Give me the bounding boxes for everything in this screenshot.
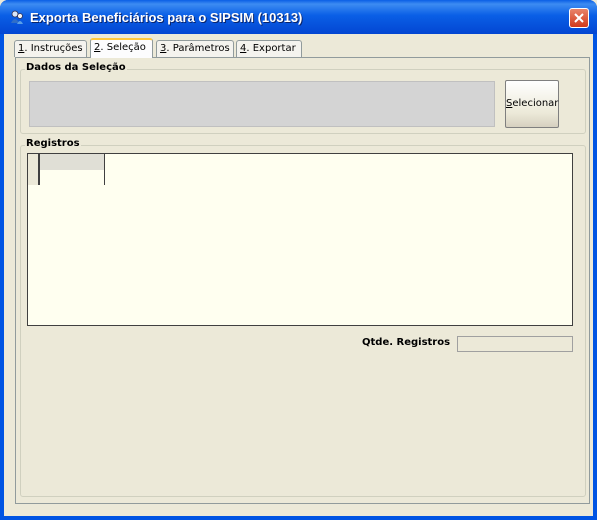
- tab-instrucoes[interactable]: 1. Instruções: [14, 40, 87, 57]
- grid-column-divider: [104, 154, 105, 185]
- tab-selecao[interactable]: 2. Seleção: [90, 38, 153, 58]
- tab-exportar[interactable]: 4. Exportar: [236, 40, 302, 57]
- tab-parametros-label: . Parâmetros: [166, 43, 230, 54]
- records-group-title: Registros: [25, 138, 81, 149]
- tab-exportar-label: . Exportar: [246, 43, 296, 54]
- tab-parametros[interactable]: 3. Parâmetros: [156, 40, 234, 57]
- selection-data-field: [29, 81, 495, 127]
- app-window: Exporta Beneficiários para o SIPSIM (103…: [0, 0, 597, 520]
- window-title: Exporta Beneficiários para o SIPSIM (103…: [30, 10, 303, 25]
- tab-selecao-label: . Seleção: [100, 42, 146, 53]
- records-grid[interactable]: [27, 153, 573, 326]
- grid-row-indicator: [28, 154, 40, 185]
- selection-group-title: Dados da Seleção: [25, 62, 127, 73]
- title-bar[interactable]: Exporta Beneficiários para o SIPSIM (103…: [0, 0, 597, 34]
- app-icon: [9, 9, 25, 25]
- tab-panel-selecao: Dados da Seleção Selecionar Registros Qt…: [15, 57, 590, 504]
- selection-group: Dados da Seleção Selecionar: [20, 62, 586, 134]
- tab-instrucoes-label: . Instruções: [24, 43, 83, 54]
- record-count-label: Qtde. Registros: [362, 337, 451, 348]
- close-button[interactable]: [569, 8, 589, 28]
- close-icon: [574, 13, 584, 23]
- record-count-field: [457, 336, 573, 352]
- selecionar-button[interactable]: Selecionar: [505, 80, 559, 128]
- selecionar-label: elecionar: [512, 98, 559, 109]
- grid-column-header[interactable]: [40, 154, 105, 170]
